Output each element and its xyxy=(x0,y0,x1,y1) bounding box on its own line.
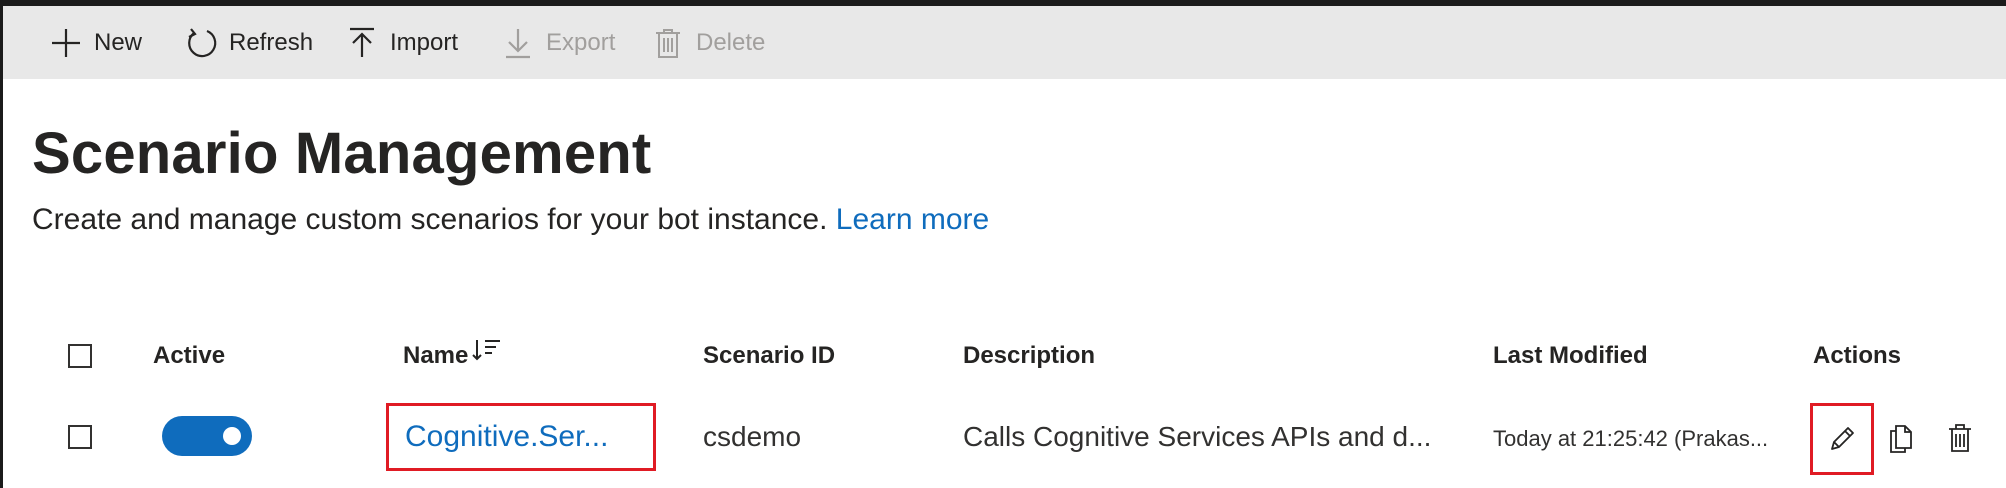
learn-more-link[interactable]: Learn more xyxy=(836,203,989,236)
refresh-label: Refresh xyxy=(229,28,314,56)
command-toolbar: New Refresh Import Export Delete xyxy=(3,6,2006,79)
active-toggle[interactable] xyxy=(162,416,252,456)
delete-label: Delete xyxy=(696,28,766,56)
scenario-name: Cognitive.Ser... xyxy=(405,420,609,453)
scenario-id-cell: csdemo xyxy=(703,421,802,452)
refresh-icon xyxy=(188,27,217,57)
plus-icon xyxy=(52,28,80,57)
new-button[interactable]: New xyxy=(48,6,142,79)
duplicate-button[interactable] xyxy=(1883,420,1919,456)
download-icon xyxy=(506,28,530,58)
last-modified-cell: Today at 21:25:42 (Prakas... xyxy=(1493,426,1769,451)
column-header-scenario-id[interactable]: Scenario ID xyxy=(703,342,835,370)
subtitle-text: Create and manage custom scenarios for y… xyxy=(32,203,828,236)
row-select-checkbox[interactable] xyxy=(68,425,92,449)
upload-icon xyxy=(350,27,374,57)
export-label: Export xyxy=(546,28,616,56)
import-label: Import xyxy=(390,28,459,56)
page-title: Scenario Management xyxy=(32,121,652,186)
refresh-button[interactable]: Refresh xyxy=(183,6,313,79)
column-header-last-modified[interactable]: Last Modified xyxy=(1493,342,1648,370)
column-header-active[interactable]: Active xyxy=(153,342,225,370)
column-header-actions: Actions xyxy=(1813,342,1902,369)
column-header-description[interactable]: Description xyxy=(963,342,1095,370)
delete-button[interactable]: Delete xyxy=(650,6,765,79)
copy-icon xyxy=(1890,425,1912,453)
pencil-icon xyxy=(1831,427,1854,450)
sort-descending-icon xyxy=(472,340,501,361)
trash-icon xyxy=(1949,424,1971,452)
column-header-name-label: Name xyxy=(403,342,469,369)
trash-icon xyxy=(656,28,680,58)
description-cell: Calls Cognitive Services APIs and d... xyxy=(963,421,1432,452)
toggle-knob xyxy=(223,427,241,445)
new-label: New xyxy=(94,28,143,56)
delete-row-button[interactable] xyxy=(1942,420,1978,456)
export-button[interactable]: Export xyxy=(500,6,615,79)
column-header-name[interactable]: Name xyxy=(403,340,502,370)
scenario-name-link[interactable]: Cognitive.Ser... xyxy=(386,403,656,471)
select-all-checkbox[interactable] xyxy=(68,344,92,368)
page-subtitle: Create and manage custom scenarios for y… xyxy=(32,203,989,237)
import-button[interactable]: Import xyxy=(344,6,458,79)
edit-button[interactable] xyxy=(1810,403,1874,475)
